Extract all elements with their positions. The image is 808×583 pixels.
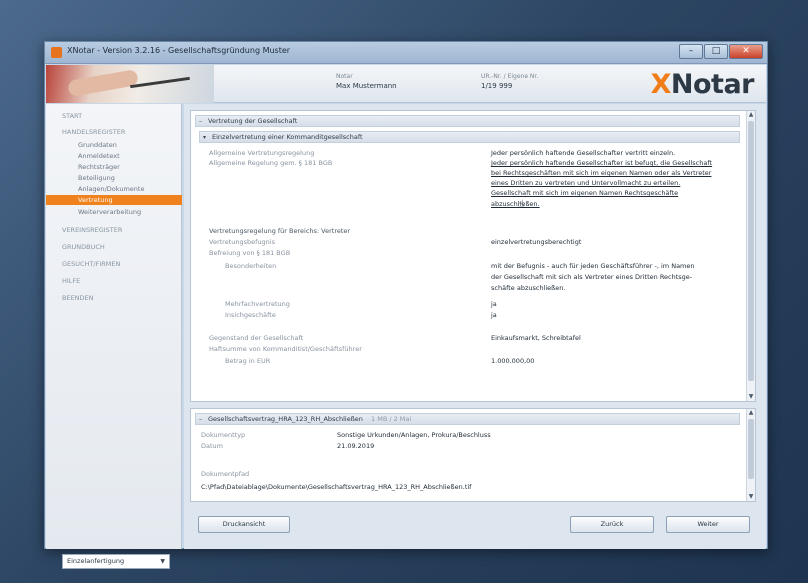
notary-label: Notar [336, 73, 353, 80]
scroll-thumb[interactable] [748, 419, 754, 479]
window-controls: – □ ✕ [679, 44, 763, 59]
field-label: Dokumenttyp [201, 431, 246, 439]
title-bar: XNotar - Version 3.2.16 - Gesellschaftsg… [45, 42, 767, 64]
sidebar-item-hilfe[interactable]: HILFE [62, 277, 198, 285]
field-value: ja [491, 311, 497, 319]
collapse-icon: – [199, 118, 202, 125]
field-label: Allgemeine Vertretungsregelung [209, 149, 315, 157]
field-value: Einkaufsmarkt, Schreibtafel [491, 334, 581, 342]
field-value-line: mit der Befugnis - auch für jeden Geschä… [491, 262, 695, 270]
section-header-document[interactable]: – Gesellschaftsvertrag_HRA_123_RH_Abschl… [195, 413, 740, 425]
field-value-line[interactable]: bei Rechtsgeschäften mit sich im eigenen… [491, 169, 711, 177]
sidebar-item-beenden[interactable]: BEENDEN [62, 294, 198, 302]
field-value-line[interactable]: Jeder persönlich haftende Gesellschafter… [491, 159, 712, 167]
field-label: Gegenstand der Gesellschaft [209, 334, 304, 342]
chevron-down-icon: ▼ [160, 558, 165, 565]
sidebar: START HANDELSREGISTER Grunddaten Anmelde… [46, 104, 182, 569]
app-window: XNotar - Version 3.2.16 - Gesellschaftsg… [44, 41, 768, 569]
field-label: Mehrfachvertretung [225, 300, 290, 308]
field-value-line[interactable]: Gesellschaft mit sich im eigenen Namen R… [491, 189, 678, 197]
collapse-icon: ▾ [203, 134, 207, 141]
field-label: Haftsumme von Kommanditist/Geschäftsführ… [209, 345, 362, 353]
scroll-up-icon[interactable]: ▲ [747, 409, 755, 417]
maximize-button[interactable]: □ [704, 44, 728, 59]
minimize-button[interactable]: – [679, 44, 703, 59]
xnotar-logo: XNotar [650, 69, 755, 100]
app-header: Notar Max Mustermann UR.-Nr. / Eigene Nr… [46, 65, 766, 103]
field-label: Betrag in EUR [225, 357, 271, 365]
field-value: 21.09.2019 [337, 442, 375, 450]
notary-value: Max Mustermann [336, 82, 397, 90]
field-label: Insichgeschäfte [225, 311, 276, 319]
field-label: Datum [201, 442, 223, 450]
field-value-line[interactable]: abzuschließen. [491, 200, 540, 208]
deed-number-label: UR.-Nr. / Eigene Nr. [481, 73, 539, 80]
sidebar-item-grundbuch[interactable]: GRUNDBUCH [62, 243, 198, 251]
sidebar-item-start[interactable]: START [62, 112, 198, 120]
field-label: Dokumentpfad [201, 470, 250, 478]
group-title: Vertretungsregelung für Bereichs: Vertre… [209, 227, 351, 235]
app-icon [51, 47, 62, 58]
panel1-scrollbar[interactable]: ▲ ▼ [746, 111, 755, 401]
section-header-vertretung[interactable]: – Vertretung der Gesellschaft [195, 115, 740, 127]
mode-select-value: Einzelanfertigung [67, 557, 125, 565]
window-title: XNotar - Version 3.2.16 - Gesellschaftsg… [67, 46, 291, 55]
close-button[interactable]: ✕ [729, 44, 763, 59]
sidebar-item-handelsregister[interactable]: HANDELSREGISTER [62, 128, 198, 136]
sidebar-item-vertretung[interactable]: Vertretung [46, 195, 182, 205]
header-photo [46, 65, 214, 103]
main-content: – Vertretung der Gesellschaft ▾ Einzelve… [184, 104, 766, 549]
field-value: ja [491, 300, 497, 308]
pen-graphic [130, 76, 190, 89]
scroll-down-icon[interactable]: ▼ [747, 393, 755, 401]
field-label: Allgemeine Regelung gem. § 181 BGB [209, 159, 333, 167]
subsection-header[interactable]: ▾ Einzelvertretung einer Kommanditgesell… [199, 131, 740, 143]
back-button[interactable]: Zurück [570, 516, 654, 533]
print-preview-button[interactable]: Druckansicht [198, 516, 290, 533]
field-value: Sonstige Urkunden/Anlagen, Prokura/Besch… [337, 431, 491, 439]
field-label: Besonderheiten [225, 262, 277, 270]
next-button[interactable]: Weiter [666, 516, 750, 533]
panel2-scrollbar[interactable]: ▲ ▼ [746, 409, 755, 501]
hand-graphic [67, 69, 139, 97]
representation-panel: – Vertretung der Gesellschaft ▾ Einzelve… [190, 110, 756, 402]
deed-number-value: 1/19 999 [481, 82, 513, 90]
field-label: Vertretungsbefugnis [209, 238, 275, 246]
scroll-down-icon[interactable]: ▼ [747, 493, 755, 501]
field-label: Befreiung von § 181 BGB [209, 249, 291, 257]
collapse-icon: – [199, 416, 202, 423]
document-panel: – Gesellschaftsvertrag_HRA_123_RH_Abschl… [190, 408, 756, 502]
field-value: 1.000.000,00 [491, 357, 535, 365]
field-value-line: schäfte abzuschließen. [491, 284, 566, 292]
mode-select[interactable]: Einzelanfertigung ▼ [62, 554, 170, 569]
scroll-thumb[interactable] [748, 121, 754, 381]
field-value-line[interactable]: eines Dritten zu vertreten und Untervoll… [491, 179, 680, 187]
scroll-up-icon[interactable]: ▲ [747, 111, 755, 119]
sidebar-item-gesucht[interactable]: GESUCHT/FIRMEN [62, 260, 198, 268]
mouse-cursor-icon: ☝ [518, 199, 525, 210]
file-path: C:\Pfad\Dateiablage\Dokumente\Gesellscha… [201, 483, 472, 491]
sidebar-item-vereinsregister[interactable]: VEREINSREGISTER [62, 226, 198, 234]
field-value: Jeder persönlich haftende Gesellschafter… [491, 149, 676, 157]
field-value: einzelvertretungsberechtigt [491, 238, 582, 246]
field-value-line: der Gesellschaft mit sich als Vertreter … [491, 273, 693, 281]
